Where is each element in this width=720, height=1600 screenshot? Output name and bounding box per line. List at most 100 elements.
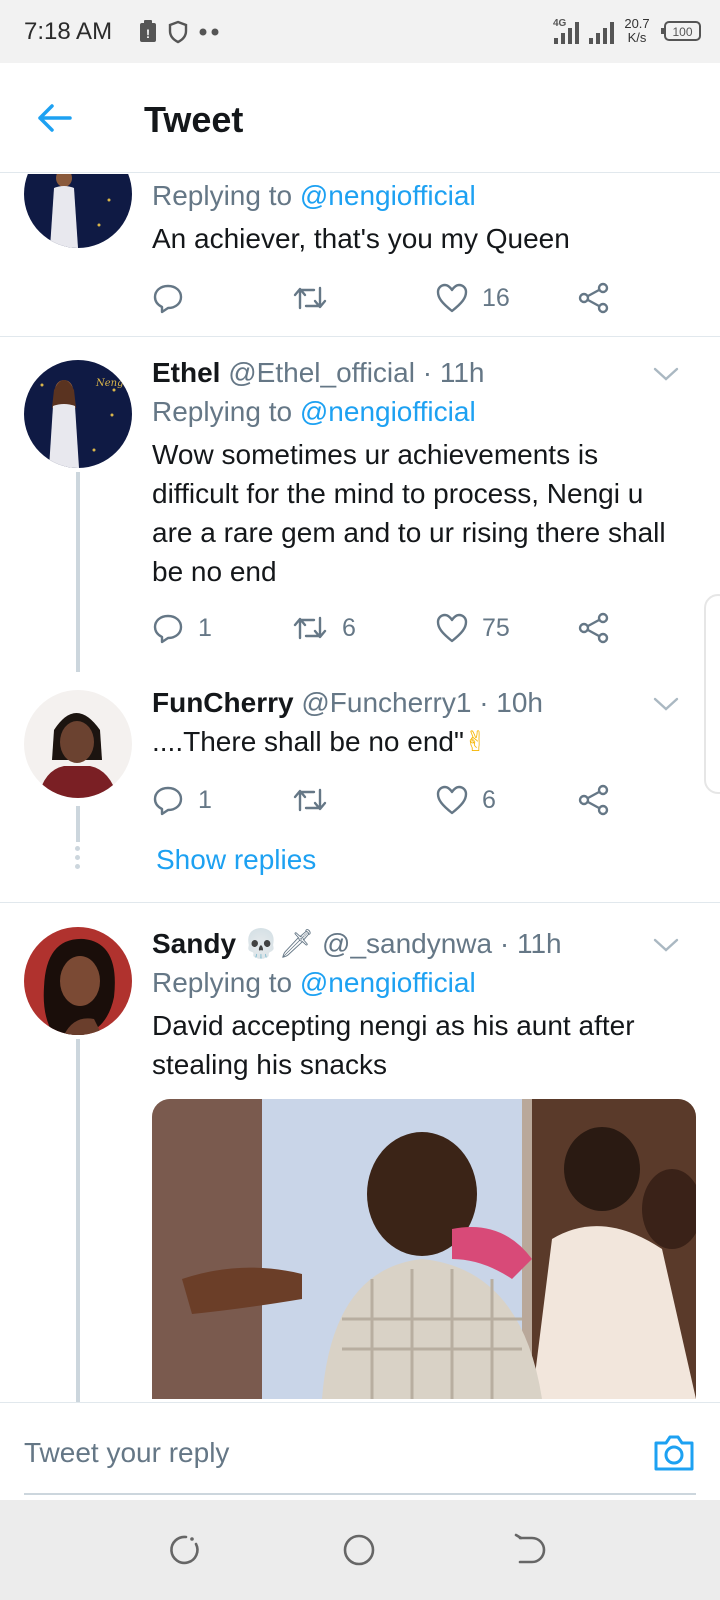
share-button[interactable] [578,278,610,318]
user-handle[interactable]: @_sandynwa [322,928,492,959]
reply-bar: Tweet your reply [0,1402,720,1498]
chevron-down-icon[interactable] [652,935,680,955]
like-count: 6 [482,785,496,814]
tweet-actions: 16 [152,278,622,318]
display-name[interactable]: FunCherry [152,687,294,718]
tweet-2[interactable]: FunCherry @Funcherry1 · 10h ....There sh… [0,670,720,902]
tweet-media-image[interactable] [152,1099,696,1399]
tweet-body: Sandy 💀🗡 @_sandynwa · 11h Replying to @n… [152,925,690,1084]
tweet-text: An achiever, that's you my Queen [152,223,570,254]
tweet-header: Ethel @Ethel_official · 11h [152,354,690,392]
system-nav-bar [0,1500,720,1600]
retweet-count: 6 [342,613,356,642]
svg-text:4G: 4G [553,18,567,29]
status-bar: 7:18 AM ! 4G 20.7 K/s 100 [0,0,720,63]
show-replies-link[interactable]: Show replies [156,844,316,876]
tweet-actions: 1 6 [152,780,622,820]
tweet-text: David accepting nengi as his aunt after … [152,1010,635,1080]
reply-icon [153,786,183,816]
tweet-time: · 11h [422,357,485,388]
page-title: Tweet [144,99,244,140]
reply-count: 1 [198,785,212,814]
tweet-feed[interactable]: Replying to @nengiofficial An achiever, … [0,174,720,1402]
tweet-0[interactable]: Replying to @nengiofficial An achiever, … [0,174,720,336]
avatar[interactable] [24,690,132,798]
tweet-text: Wow sometimes ur achievements is difficu… [152,439,666,587]
tweet-time: · 10h [479,687,544,718]
thread-line [76,1039,80,1402]
tweet-3[interactable]: Sandy 💀🗡 @_sandynwa · 11h Replying to @n… [0,903,720,1402]
shield-icon [168,20,188,44]
thread-line [76,806,80,842]
reply-input[interactable]: Tweet your reply [24,1437,229,1469]
heart-icon [436,785,468,815]
user-handle[interactable]: @Funcherry1 [301,687,471,718]
back-nav-icon[interactable] [512,1532,548,1568]
reply-button[interactable]: 1 [152,608,212,648]
svg-text:!: ! [146,27,150,41]
like-button[interactable]: 16 [436,278,510,318]
back-button[interactable] [34,98,74,138]
heart-icon [436,613,468,643]
name-emojis: 💀🗡 [243,928,315,959]
share-icon [578,282,609,314]
like-button[interactable]: 75 [436,608,510,648]
status-time: 7:18 AM [24,18,113,45]
avatar[interactable] [24,927,132,1035]
replying-to: Replying to @nengiofficial [152,180,476,211]
reply-input-underline [24,1493,696,1495]
camera-icon[interactable] [652,1433,696,1473]
display-name[interactable]: Ethel [152,357,220,388]
reply-button[interactable] [152,278,184,318]
tweet-time: · 11h [499,928,562,959]
tweet-body: Replying to @nengiofficial An achiever, … [152,176,690,258]
tweet-text: ....There shall be no end"✌ [152,726,488,757]
victory-hand-emoji: ✌ [463,726,488,757]
tweet-1[interactable]: Nengi Ethel @Ethel_official · 11h Replyi… [0,336,720,672]
svg-text:100: 100 [672,25,692,39]
signal-4g-icon: 4G [553,18,579,44]
retweet-icon [293,788,327,812]
signal-icon [589,22,614,44]
replying-to: Replying to @nengiofficial [152,967,476,998]
avatar[interactable] [24,174,132,248]
svg-text:Nengi: Nengi [95,378,127,389]
reply-button[interactable]: 1 [152,780,212,820]
scroll-edge-handle[interactable] [704,594,720,794]
retweet-button[interactable]: 6 [292,608,356,648]
app-header: Tweet [0,63,720,173]
like-button[interactable]: 6 [436,780,496,820]
mention-link[interactable]: @nengiofficial [300,967,476,998]
mention-link[interactable]: @nengiofficial [300,180,476,211]
tweet-header: FunCherry @Funcherry1 · 10h [152,684,690,722]
reply-icon [153,614,183,644]
retweet-button[interactable] [292,278,328,318]
chevron-down-icon[interactable] [652,364,680,384]
network-speed: 20.7 K/s [624,16,650,45]
reply-icon [153,284,183,314]
mention-link[interactable]: @nengiofficial [300,396,476,427]
retweet-button[interactable] [292,780,328,820]
avatar[interactable]: Nengi [24,360,132,468]
heart-icon [436,283,468,313]
retweet-icon [293,616,327,640]
thread-line [76,472,80,672]
tweet-body: Ethel @Ethel_official · 11h Replying to … [152,354,690,591]
tweet-header: Sandy 💀🗡 @_sandynwa · 11h [152,925,690,963]
user-handle[interactable]: @Ethel_official [228,357,415,388]
tweet-body: FunCherry @Funcherry1 · 10h ....There sh… [152,684,690,761]
recent-apps-icon[interactable] [166,1532,202,1568]
reply-count: 1 [198,613,212,642]
chevron-down-icon[interactable] [652,694,680,714]
share-button[interactable] [578,608,610,648]
display-name[interactable]: Sandy [152,928,236,959]
replying-to: Replying to @nengiofficial [152,396,476,427]
share-button[interactable] [578,780,610,820]
home-icon[interactable] [341,1532,377,1568]
status-notifications: ! [138,20,222,44]
arrow-left-icon [38,104,72,132]
retweet-icon [293,286,327,310]
tweet-actions: 1 6 75 [152,608,622,648]
more-notifications-icon [199,28,219,36]
like-count: 75 [482,613,510,642]
